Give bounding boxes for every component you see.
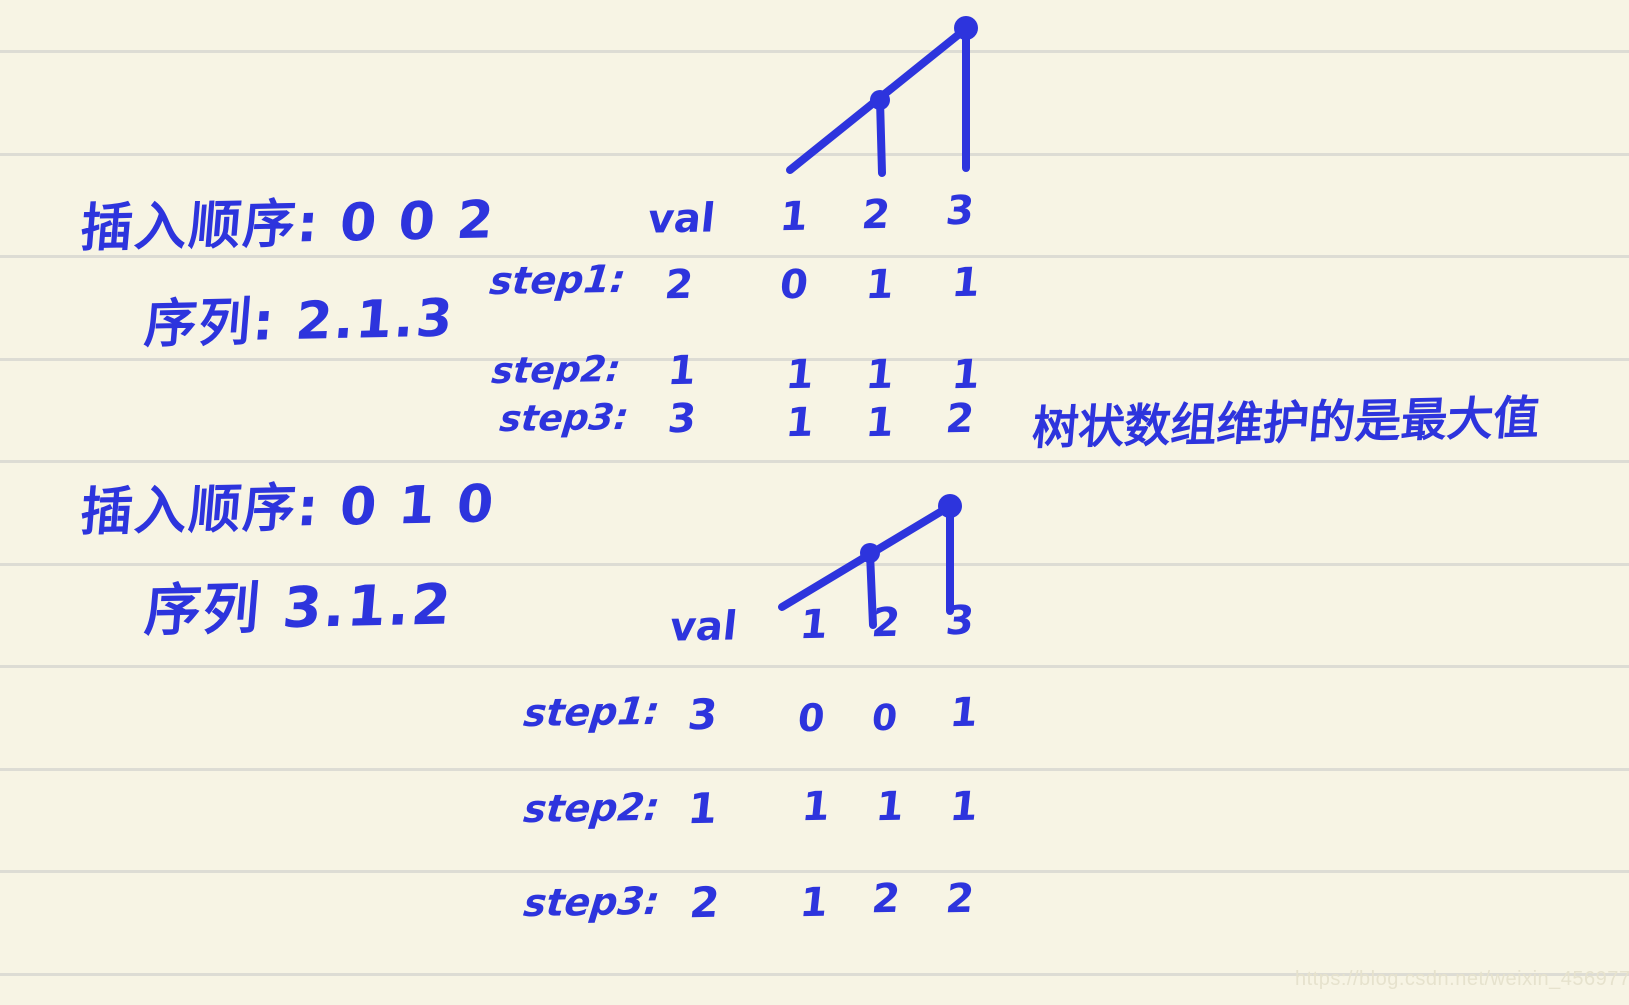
table1-row2-label: step2: bbox=[489, 348, 623, 393]
table1-row2-val: 1 bbox=[665, 347, 699, 395]
table1-header-col2: 2 bbox=[859, 191, 893, 239]
table1-row1-c2: 1 bbox=[863, 261, 897, 309]
table2-row3-c1: 1 bbox=[797, 879, 831, 927]
insert-order-label-1: 插入顺序: 0 0 2 bbox=[78, 190, 498, 260]
table1-row1-label: step1: bbox=[487, 256, 628, 304]
table1-row3-label: step3: bbox=[497, 396, 631, 441]
table2-header-col2: 2 bbox=[869, 599, 903, 647]
table1-row3-c2: 1 bbox=[863, 399, 897, 447]
table1-header-col1: 1 bbox=[777, 193, 811, 241]
table2-row2-label: step2: bbox=[521, 784, 662, 832]
table2-row2-c3: 1 bbox=[947, 783, 981, 831]
table2-row3-c3: 2 bbox=[943, 875, 977, 923]
table2-header-val: val bbox=[667, 603, 740, 651]
table1-row3-c1: 1 bbox=[783, 399, 817, 447]
table2-row1-c2: 0 bbox=[869, 697, 900, 740]
table2-row3-label: step3: bbox=[521, 878, 662, 926]
table1-row1-val: 2 bbox=[662, 261, 696, 309]
rule-line bbox=[0, 768, 1629, 771]
rule-line bbox=[0, 870, 1629, 873]
tree-node-mid-2 bbox=[860, 543, 880, 563]
tree-node-top-1 bbox=[954, 16, 978, 40]
rule-line bbox=[0, 665, 1629, 668]
watermark: https://blog.csdn.net/weixin_45697774 bbox=[1295, 968, 1629, 990]
table1-header-val: val bbox=[645, 195, 718, 243]
fenwick-tree-diagram-1 bbox=[786, 16, 978, 177]
table2-row2-c1: 1 bbox=[799, 783, 833, 831]
tree-node-top-2 bbox=[938, 494, 962, 518]
notebook-page: 插入顺序: 0 0 2 序列: 2.1.3 val 1 2 3 step1: 2… bbox=[0, 0, 1629, 1005]
table2-row1-c1: 0 bbox=[795, 695, 827, 741]
table1-row3-val: 3 bbox=[665, 395, 699, 443]
table2-row1-val: 3 bbox=[685, 689, 720, 740]
table2-row3-c2: 2 bbox=[869, 875, 903, 923]
table1-row2-c1: 1 bbox=[783, 351, 817, 399]
table1-row1-c1: 0 bbox=[777, 261, 811, 309]
table2-header-col3: 3 bbox=[943, 597, 977, 645]
table2-row1-label: step1: bbox=[521, 688, 662, 736]
table1-row3-c3: 2 bbox=[943, 395, 977, 443]
table2-header-col1: 1 bbox=[797, 601, 831, 649]
table1-row1-c3: 1 bbox=[949, 259, 983, 307]
sequence-label-1: 序列: 2.1.3 bbox=[142, 288, 457, 356]
table1-header-col3: 3 bbox=[943, 187, 977, 235]
insert-order-label-2: 插入顺序: 0 1 0 bbox=[78, 474, 498, 544]
table2-row3-val: 2 bbox=[687, 877, 722, 928]
rule-line bbox=[0, 460, 1629, 463]
annotation-text: 树状数组维护的是最大值 bbox=[1030, 390, 1542, 456]
sequence-label-2: 序列 3.1.2 bbox=[142, 572, 456, 645]
tree-node-mid-1 bbox=[870, 90, 890, 110]
table2-row1-c3: 1 bbox=[947, 689, 981, 737]
table1-row2-c2: 1 bbox=[863, 351, 897, 399]
table2-row2-val: 1 bbox=[685, 783, 720, 834]
table2-row2-c2: 1 bbox=[873, 783, 907, 831]
table1-row2-c3: 1 bbox=[949, 351, 983, 399]
